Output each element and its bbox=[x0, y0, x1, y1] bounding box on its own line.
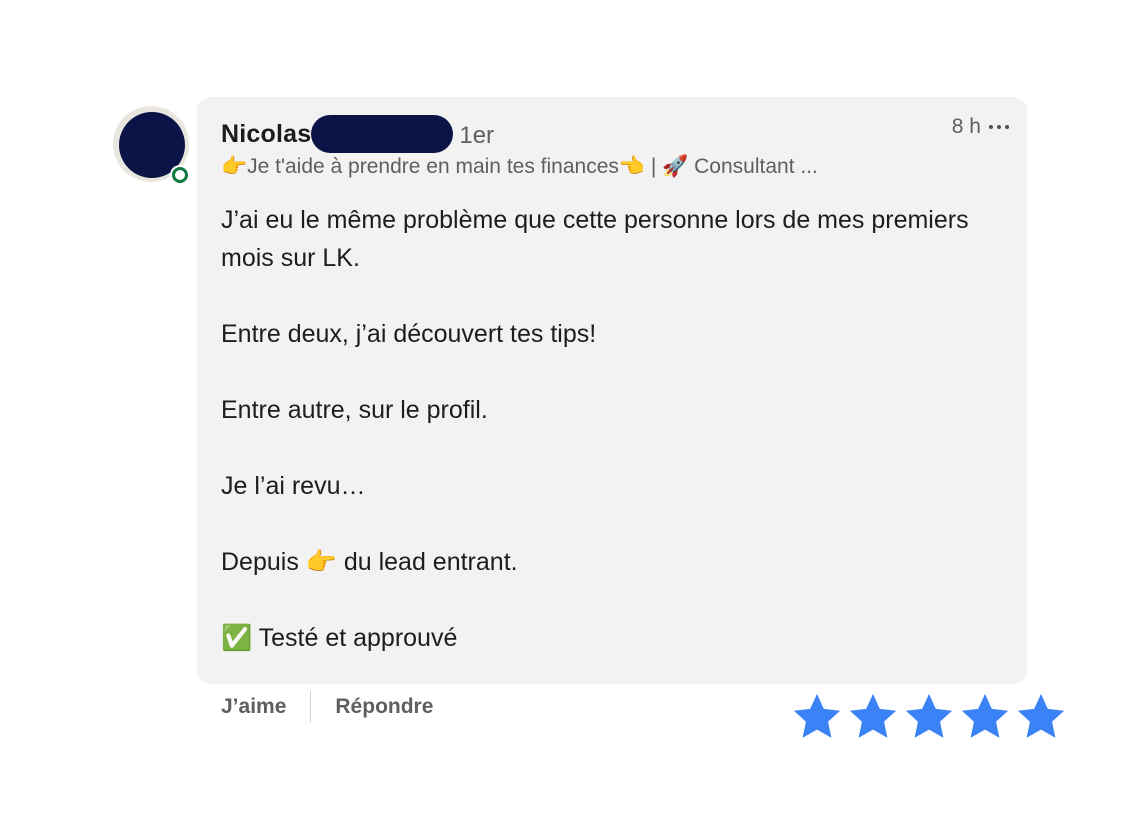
star-icon bbox=[849, 694, 897, 738]
online-status-icon bbox=[172, 167, 188, 183]
star-icon bbox=[793, 694, 841, 738]
connection-degree: 1er bbox=[459, 122, 495, 149]
comment-actions: J’aime Répondre bbox=[221, 690, 433, 724]
comment-text: J’ai eu le même problème que cette perso… bbox=[221, 201, 1001, 657]
more-horizontal-icon[interactable] bbox=[989, 123, 1009, 131]
comment-bubble: Nicolas 1er 8 h 👉Je t'aide à prendre en … bbox=[197, 97, 1027, 684]
reply-button[interactable]: Répondre bbox=[335, 695, 433, 719]
like-button[interactable]: J’aime bbox=[221, 695, 286, 719]
comment-time: 8 h bbox=[951, 115, 981, 138]
comment-meta: 8 h bbox=[952, 115, 1009, 139]
comment-paragraph: ✅ Testé et approuvé bbox=[221, 624, 458, 652]
rating-stars bbox=[790, 690, 1068, 744]
comment-paragraph: Je l’ai revu… bbox=[221, 472, 366, 500]
star-icon bbox=[961, 694, 1009, 738]
comment-paragraph: Depuis 👉 du lead entrant. bbox=[221, 548, 518, 576]
star-icon bbox=[1017, 694, 1065, 738]
star-icon bbox=[905, 694, 953, 738]
comment-paragraph: Entre deux, j’ai découvert tes tips! bbox=[221, 320, 597, 348]
author-name[interactable]: Nicolas bbox=[221, 120, 311, 149]
comment-paragraph: Entre autre, sur le profil. bbox=[221, 396, 488, 424]
action-divider bbox=[310, 691, 312, 723]
author-headline: 👉Je t'aide à prendre en main tes finance… bbox=[221, 155, 818, 178]
author-row: Nicolas 1er bbox=[221, 115, 495, 153]
name-redaction bbox=[311, 115, 454, 153]
comment-paragraph: J’ai eu le même problème que cette perso… bbox=[221, 206, 969, 272]
